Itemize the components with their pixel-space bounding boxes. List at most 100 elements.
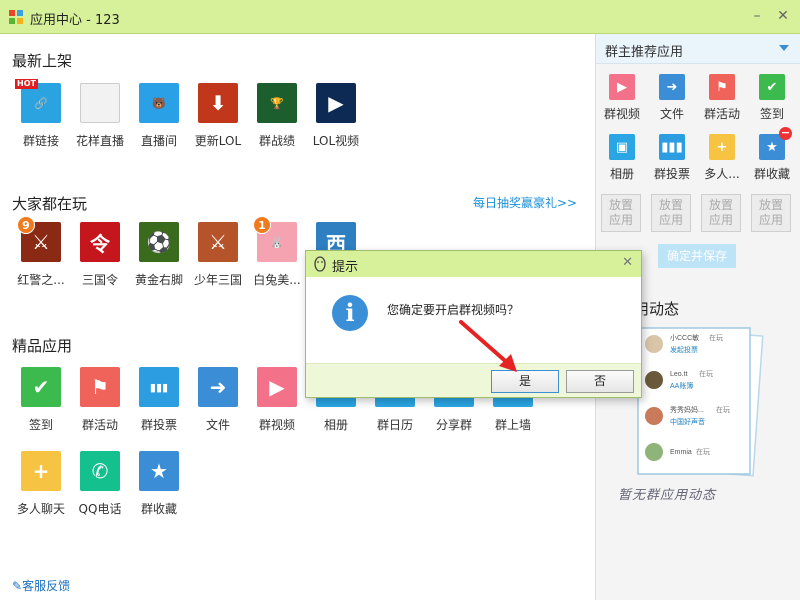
featured-app-11[interactable]: ✆ QQ电话 <box>69 451 131 517</box>
app-label: 群活动 <box>69 416 131 433</box>
bear-icon: 🐻 <box>139 83 179 123</box>
title-bar: 应用中心 - 123 – ✕ <box>0 0 800 34</box>
chat-plus-icon: + <box>21 451 61 491</box>
app-label: 花样直播 <box>69 132 131 149</box>
daily-lottery-link[interactable]: 每日抽奖赢豪礼>> <box>473 194 577 211</box>
app-label: 群战绩 <box>246 132 308 149</box>
app-label: 直播间 <box>128 132 190 149</box>
bar-chart-icon: ▮▮▮ <box>139 367 179 407</box>
dialog-close-icon[interactable]: ✕ <box>622 255 633 270</box>
section-title-popular: 大家都在玩 <box>12 193 87 214</box>
close-icon[interactable]: ✕ <box>776 9 790 23</box>
empty-slot-3[interactable]: 放置应用 <box>701 194 741 232</box>
popular-app-4[interactable]: ⚔少年三国 <box>187 222 249 288</box>
empty-slot-2[interactable]: 放置应用 <box>651 194 691 232</box>
panel-app-7[interactable]: + 多人... <box>697 134 747 182</box>
feed-status-3: 在玩 <box>716 405 730 414</box>
app-label: 群投票 <box>647 165 697 182</box>
app-label: 群收藏 <box>128 500 190 517</box>
flag-icon: ⚑ <box>80 367 120 407</box>
trophy-icon: 🏆 <box>257 83 297 123</box>
app-label: 签到 <box>10 416 72 433</box>
new-app-2[interactable]: 花样直播 <box>69 83 131 149</box>
soccer-game-icon: ⚽ <box>139 222 179 262</box>
feed-action-2: AA账簿 <box>670 381 693 390</box>
panel-app-2[interactable]: ➜文件 <box>647 74 697 122</box>
file-icon: ➜ <box>659 74 685 100</box>
slot-label: 应用 <box>709 213 733 227</box>
featured-app-12[interactable]: ★群收藏 <box>128 451 190 517</box>
dialog-title: 提示 <box>332 256 358 275</box>
feed-action-1: 发起投票 <box>670 345 698 354</box>
popular-app-3[interactable]: ⚽黄金右脚 <box>128 222 190 288</box>
remove-icon[interactable]: − <box>779 127 792 140</box>
panel-app-3[interactable]: ⚑群活动 <box>697 74 747 122</box>
slot-label: 应用 <box>609 213 633 227</box>
app-label: 分享群 <box>423 416 485 433</box>
confirm-save-button[interactable]: 确定并保存 <box>658 244 736 268</box>
pencil-icon: ✎ <box>12 579 22 593</box>
feedback-label: 客服反馈 <box>22 579 70 593</box>
section-title-featured: 精品应用 <box>12 335 72 356</box>
app-label: 多人聊天 <box>10 500 72 517</box>
popular-app-5[interactable]: 🐰1白兔美... <box>246 222 308 288</box>
new-app-3[interactable]: 🐻 直播间 <box>128 83 190 149</box>
slot-label: 放置 <box>659 198 683 212</box>
popular-app-2[interactable]: 令三国令 <box>69 222 131 288</box>
slot-label: 放置 <box>609 198 633 212</box>
download-arrow-icon: ⬇ <box>198 83 238 123</box>
play-icon: ▶ <box>316 83 356 123</box>
featured-app-3[interactable]: ▮▮▮群投票 <box>128 367 190 433</box>
feed-name-3: 秀秀妈妈... <box>670 405 704 414</box>
panel-header[interactable]: 群主推荐应用 <box>596 34 800 64</box>
feed-action-3: 中国好声音 <box>670 417 705 426</box>
app-label: 群视频 <box>597 105 647 122</box>
app-label: 文件 <box>187 416 249 433</box>
panel-app-6[interactable]: ▮▮▮群投票 <box>647 134 697 182</box>
feed-name-1: 小CCC敏 <box>670 333 699 342</box>
dropdown-arrow-icon[interactable] <box>779 45 789 51</box>
app-label: 白兔美... <box>246 271 308 288</box>
featured-app-5[interactable]: ▶群视频 <box>246 367 308 433</box>
featured-app-10[interactable]: + 多人聊天 <box>10 451 72 517</box>
popular-app-1[interactable]: ⚔9红警之... <box>10 222 72 288</box>
featured-app-2[interactable]: ⚑ 群活动 <box>69 367 131 433</box>
feed-name-2: Leo.tt <box>670 371 688 378</box>
slot-label: 应用 <box>659 213 683 227</box>
feedback-link[interactable]: ✎客服反馈 <box>12 577 70 594</box>
phone-icon: ✆ <box>80 451 120 491</box>
panel-app-4[interactable]: ✔签到 <box>747 74 797 122</box>
new-app-5[interactable]: 🏆 群战绩 <box>246 83 308 149</box>
new-app-6[interactable]: ▶LOL视频 <box>305 83 367 149</box>
new-app-4[interactable]: ⬇更新LOL <box>187 83 249 149</box>
slot-label: 放置 <box>709 198 733 212</box>
info-icon: i <box>332 295 368 331</box>
app-label: QQ电话 <box>69 500 131 517</box>
file-icon: ➜ <box>198 367 238 407</box>
link-icon: 🔗HOT <box>21 83 61 123</box>
panel-app-8[interactable]: ★−群收藏 <box>747 134 797 182</box>
empty-slot-1[interactable]: 放置应用 <box>601 194 641 232</box>
app-label: 三国令 <box>69 271 131 288</box>
red-pointer-arrow-icon <box>455 318 525 378</box>
app-label: 群日历 <box>364 416 426 433</box>
no-button[interactable]: 否 <box>566 370 634 393</box>
dialog-title-bar: 提示 ✕ <box>306 251 641 277</box>
empty-slot-4[interactable]: 放置应用 <box>751 194 791 232</box>
new-app-1[interactable]: 🔗HOT 群链接 <box>10 83 72 149</box>
panel-app-5[interactable]: ▣相册 <box>597 134 647 182</box>
minimize-icon[interactable]: – <box>750 9 764 23</box>
slot-label: 应用 <box>759 213 783 227</box>
checkin-icon: ✔ <box>759 74 785 100</box>
chat-plus-icon: + <box>709 134 735 160</box>
feed-name-4: Emmia <box>670 449 692 456</box>
qq-penguin-icon <box>313 256 327 272</box>
app-label: 多人... <box>697 165 747 182</box>
featured-app-1[interactable]: ✔签到 <box>10 367 72 433</box>
count-badge: 1 <box>253 216 271 234</box>
app-label: 群链接 <box>10 132 72 149</box>
hero-game-icon: ⚔ <box>198 222 238 262</box>
featured-app-4[interactable]: ➜ 文件 <box>187 367 249 433</box>
blank-icon <box>80 83 120 123</box>
panel-app-1[interactable]: ▶群视频 <box>597 74 647 122</box>
